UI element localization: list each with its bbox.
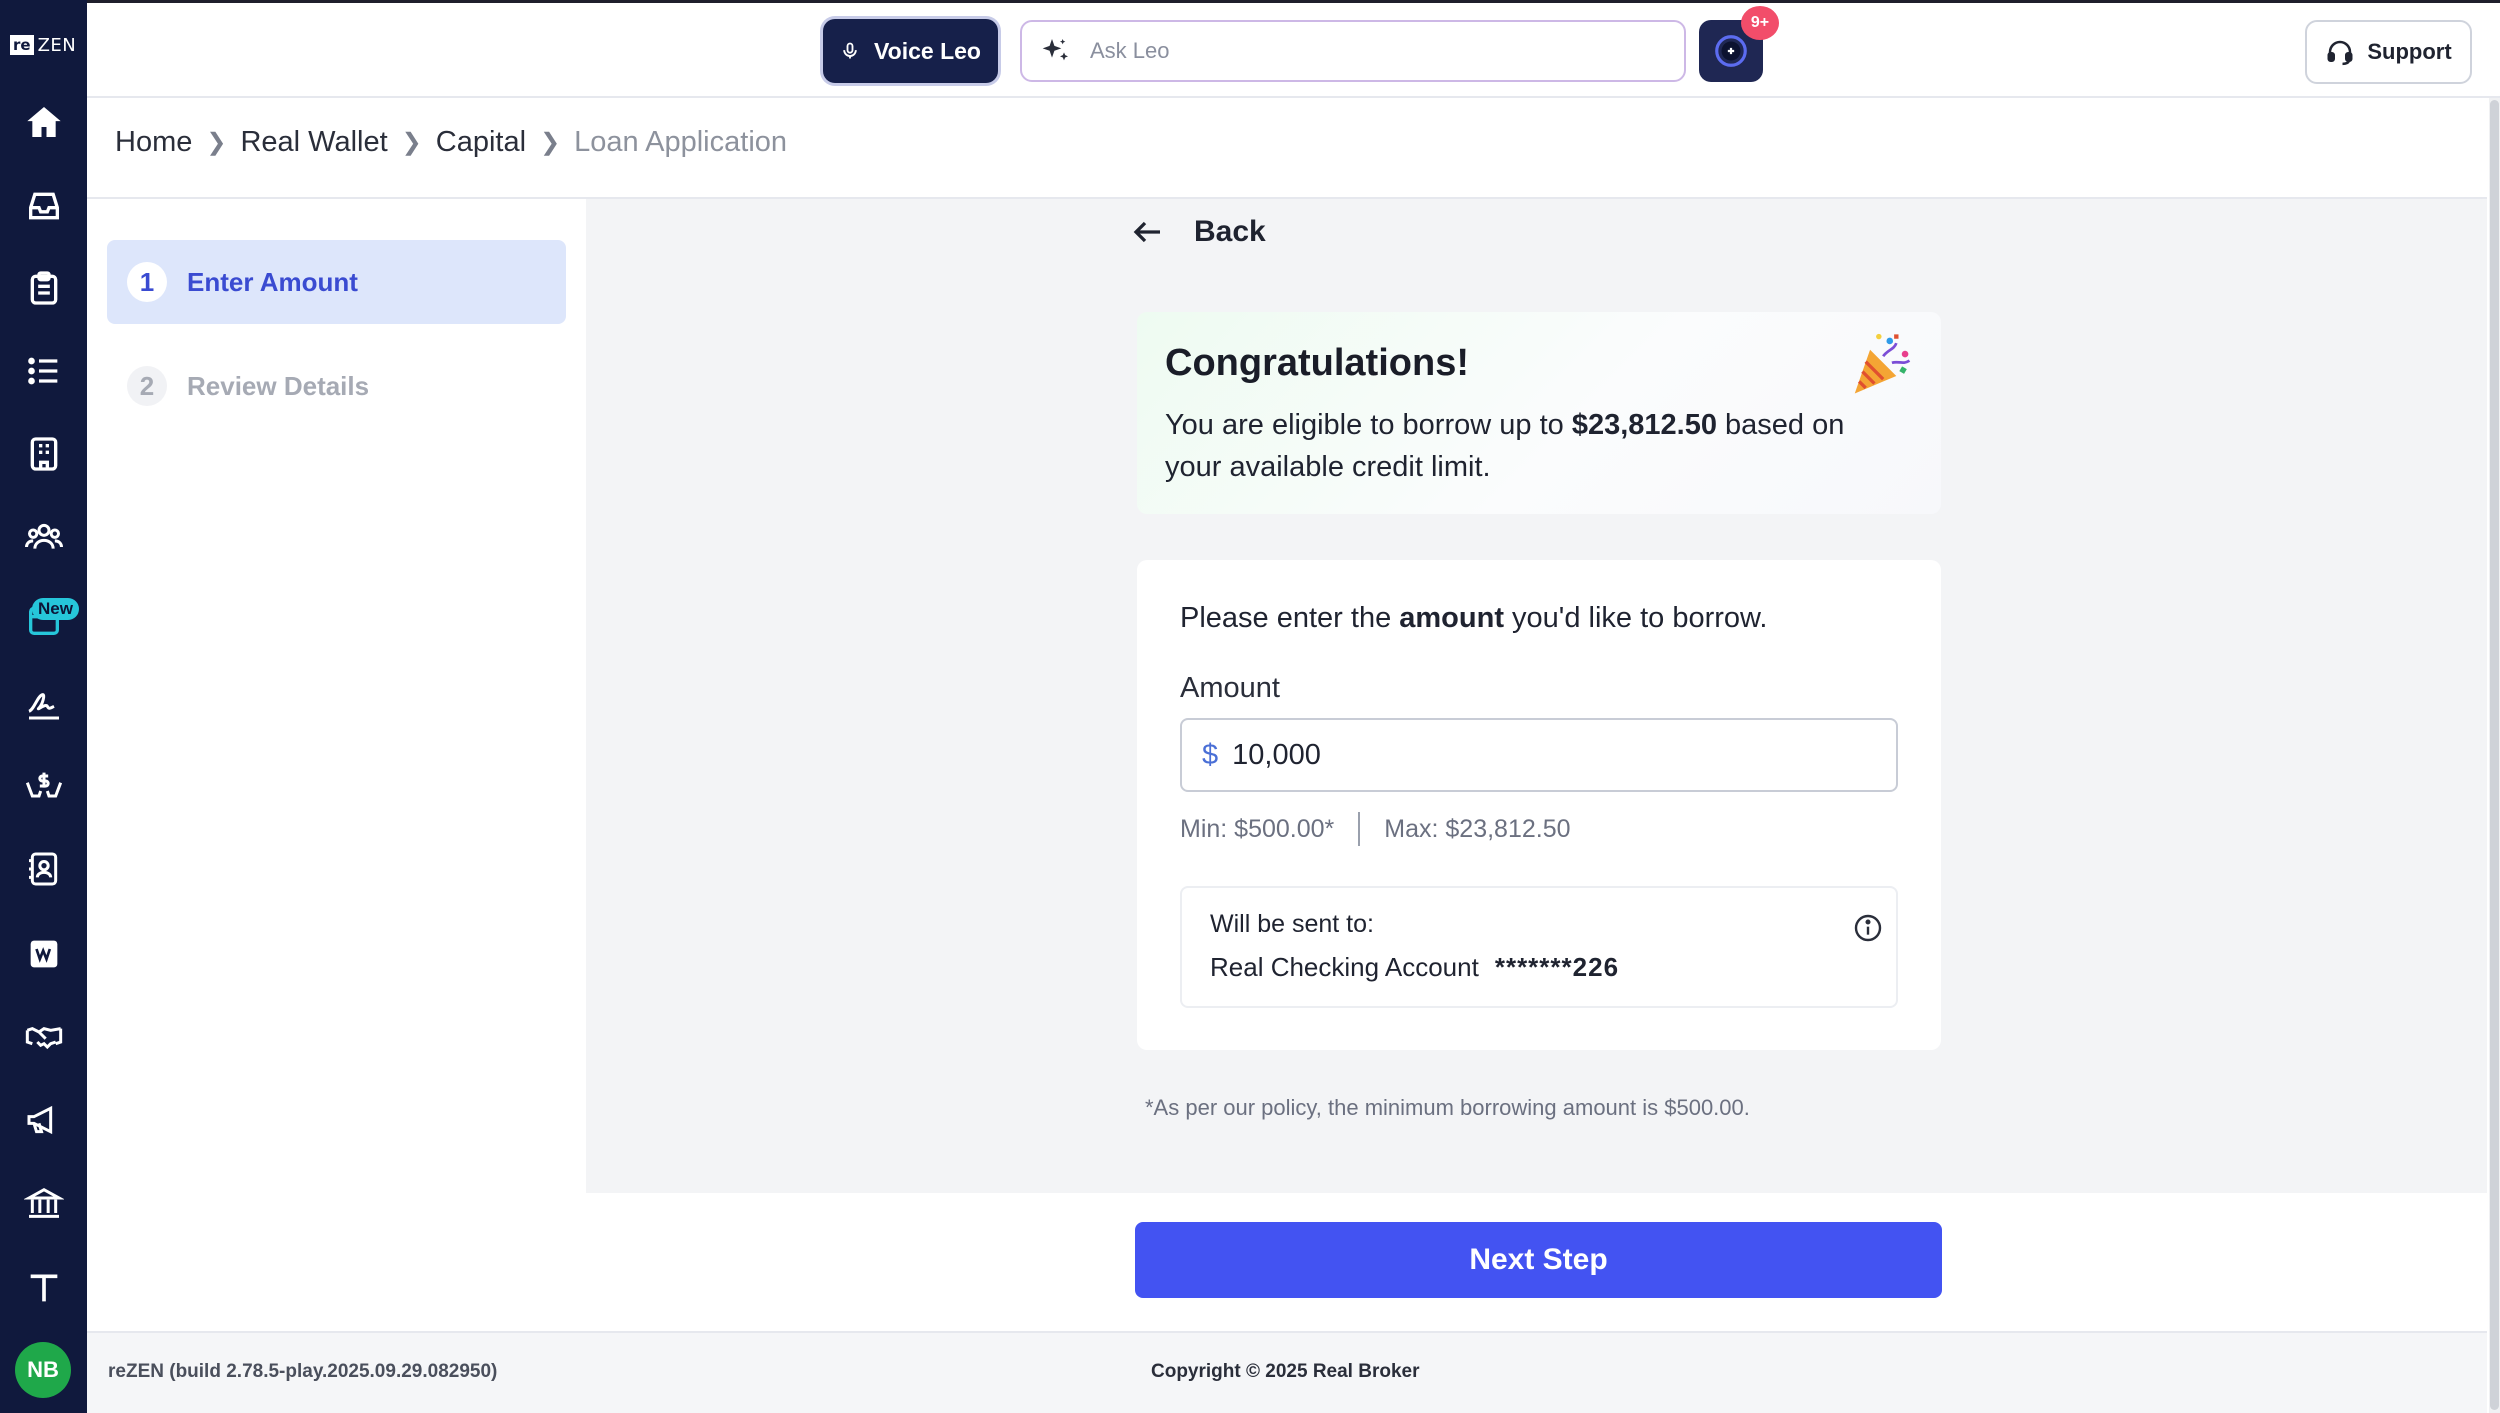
- signature-icon[interactable]: [18, 677, 70, 729]
- clipboard-icon[interactable]: [18, 262, 70, 314]
- eligibility-card: Congratulations! You are eligible to bor…: [1137, 312, 1941, 514]
- chevron-right-icon: ❯: [206, 128, 227, 156]
- back-label: Back: [1194, 215, 1266, 248]
- bank-icon[interactable]: [18, 1177, 70, 1229]
- party-popper-icon: [1854, 333, 1911, 394]
- currency-symbol: $: [1202, 738, 1219, 771]
- build-info: reZEN (build 2.78.5-play.2025.09.29.0829…: [108, 1361, 498, 1382]
- left-nav-rail: re ZEN New NB: [0, 0, 87, 1413]
- sent-to-label: Will be sent to:: [1210, 910, 1374, 938]
- headset-icon: [2327, 40, 2353, 66]
- logo-text: ZEN: [37, 34, 77, 56]
- ask-leo-placeholder: Ask Leo: [1090, 38, 1170, 63]
- notification-badge: 9+: [1741, 6, 1779, 40]
- max-amount: Max: $23,812.50: [1384, 814, 1571, 843]
- amount-label: Amount: [1180, 672, 1280, 704]
- sparkle-icon: [1042, 39, 1068, 61]
- megaphone-icon[interactable]: [18, 1094, 70, 1146]
- account-name: Real Checking Account: [1210, 952, 1479, 982]
- destination-account: Real Checking Account *******226: [1210, 952, 1619, 983]
- copyright: Copyright © 2025 Real Broker: [1151, 1361, 1420, 1382]
- handshake-icon[interactable]: [18, 1011, 70, 1063]
- destination-account-box: Will be sent to: Real Checking Account *…: [1180, 886, 1898, 1008]
- amount-field[interactable]: $: [1180, 718, 1898, 792]
- ask-leo-search[interactable]: Ask Leo: [1020, 20, 1686, 82]
- breadcrumb: Home ❯ Real Wallet ❯ Capital ❯ Loan Appl…: [115, 118, 787, 166]
- eligible-amount: $23,812.50: [1571, 409, 1717, 441]
- building-icon[interactable]: [18, 428, 70, 480]
- back-button[interactable]: Back: [1130, 214, 1266, 250]
- breadcrumb-capital[interactable]: Capital: [436, 126, 526, 159]
- microphone-icon: [843, 42, 857, 59]
- people-icon[interactable]: [18, 511, 70, 563]
- divider: [1358, 812, 1361, 846]
- logo-mark: re: [10, 35, 34, 55]
- step-label: Review Details: [187, 370, 370, 401]
- avatar[interactable]: NB: [15, 1342, 71, 1398]
- step-review-details[interactable]: 2 Review Details: [107, 344, 566, 428]
- top-bar: Voice Leo Ask Leo 9+ Support: [87, 0, 2500, 98]
- support-label: Support: [2367, 39, 2452, 64]
- home-icon[interactable]: [18, 96, 70, 148]
- step-enter-amount[interactable]: 1 Enter Amount: [107, 240, 566, 324]
- next-step-button[interactable]: Next Step: [1135, 1222, 1942, 1298]
- scrollbar-thumb[interactable]: [2490, 100, 2499, 1410]
- breadcrumb-home[interactable]: Home: [115, 126, 192, 159]
- new-badge: New: [32, 598, 79, 620]
- list-icon[interactable]: [18, 345, 70, 397]
- arrow-left-icon: [1133, 221, 1160, 243]
- step-label: Enter Amount: [187, 266, 358, 297]
- app-logo[interactable]: re ZEN: [10, 30, 80, 60]
- step-number: 1: [127, 262, 167, 302]
- money-hands-icon[interactable]: [18, 760, 70, 812]
- voice-leo-label: Voice Leo: [874, 37, 981, 64]
- wallet-logo-icon[interactable]: [18, 928, 70, 980]
- info-icon[interactable]: [1852, 912, 1884, 944]
- chevron-right-icon: ❯: [401, 128, 422, 156]
- amount-limits: Min: $500.00* Max: $23,812.50: [1180, 812, 1571, 846]
- min-amount: Min: $500.00*: [1180, 814, 1335, 843]
- congrats-title: Congratulations!: [1165, 342, 1469, 384]
- amount-input[interactable]: [1232, 738, 1853, 772]
- amount-form-card: Please enter the amount you'd like to bo…: [1137, 560, 1941, 1050]
- inbox-icon[interactable]: [18, 180, 70, 232]
- footer: reZEN (build 2.78.5-play.2025.09.29.0829…: [87, 1331, 2487, 1413]
- eligibility-text: You are eligible to borrow up to $23,812…: [1165, 409, 1845, 483]
- breadcrumb-current: Loan Application: [574, 125, 788, 158]
- amount-prompt: Please enter the amount you'd like to bo…: [1180, 602, 1768, 634]
- breadcrumb-real-wallet[interactable]: Real Wallet: [240, 126, 387, 159]
- voice-leo-button[interactable]: Voice Leo: [823, 19, 998, 83]
- step-number: 2: [127, 366, 167, 406]
- support-button[interactable]: Support: [2305, 20, 2472, 84]
- contact-book-icon[interactable]: [18, 843, 70, 895]
- text-icon[interactable]: [18, 1262, 70, 1314]
- chevron-right-icon: ❯: [540, 128, 561, 156]
- leo-orb-icon: [1715, 35, 1747, 67]
- account-number: *******226: [1494, 952, 1620, 982]
- policy-note: *As per our policy, the minimum borrowin…: [1145, 1095, 1750, 1120]
